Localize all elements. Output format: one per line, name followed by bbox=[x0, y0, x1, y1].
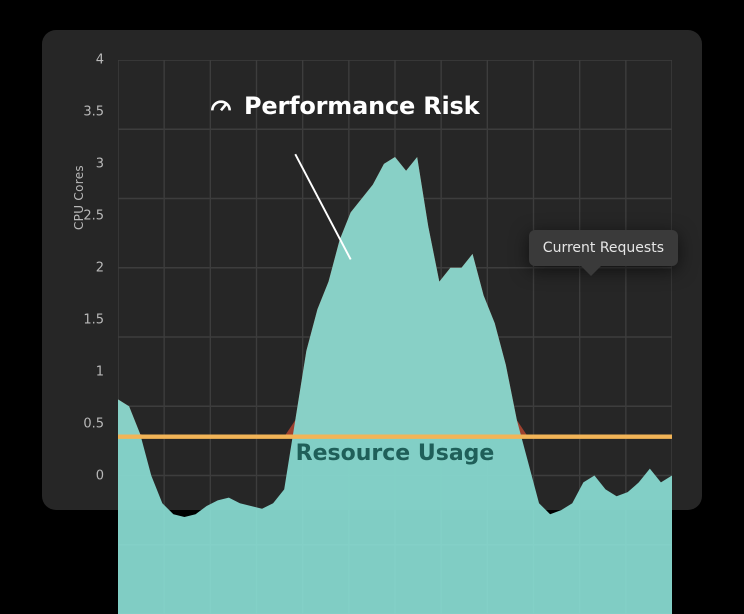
plot-area: 0 0.5 1 1.5 2 2.5 3 3.5 4 Performance Ri… bbox=[118, 60, 672, 476]
ytick-4: 4 bbox=[62, 53, 104, 68]
chart-card: CPU Cores 0 0.5 1 1.5 2 2.5 3 3.5 4 Perf… bbox=[42, 30, 702, 510]
tooltip-text: Current Requests bbox=[543, 240, 664, 256]
ytick-0-5: 0.5 bbox=[62, 417, 104, 432]
resource-usage-label: Resource Usage bbox=[296, 441, 495, 466]
performance-risk-label: Performance Risk bbox=[208, 92, 479, 120]
ytick-0: 0 bbox=[62, 469, 104, 484]
ytick-3-5: 3.5 bbox=[62, 105, 104, 120]
ytick-1-5: 1.5 bbox=[62, 313, 104, 328]
performance-risk-text: Performance Risk bbox=[244, 92, 479, 120]
current-requests-tooltip: Current Requests bbox=[529, 230, 678, 266]
ytick-3: 3 bbox=[62, 157, 104, 172]
ytick-2-5: 2.5 bbox=[62, 209, 104, 224]
gauge-icon bbox=[208, 93, 234, 119]
ytick-2: 2 bbox=[62, 261, 104, 276]
leader-line bbox=[118, 60, 672, 614]
ytick-1: 1 bbox=[62, 365, 104, 380]
